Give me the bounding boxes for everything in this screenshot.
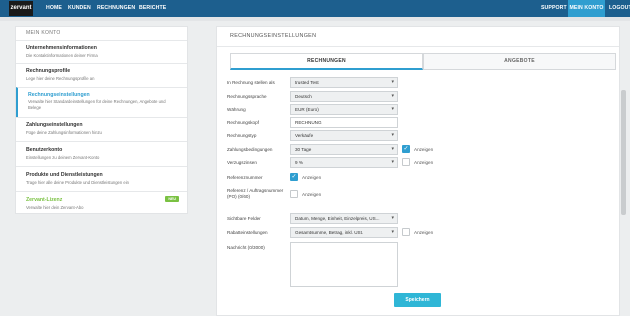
sidebar-header: MEIN KONTO: [26, 30, 61, 36]
message-label: Nachricht (0/3000): [227, 245, 265, 250]
invoice-header-input[interactable]: RECHNUNG: [290, 117, 398, 128]
po-label: Referenz / Auftragsnummer (PO) (0/60): [227, 188, 284, 199]
sidebar-item-desc: Verwalte hier dein Zervant-Abo: [26, 205, 84, 210]
page-title: RECHNUNGSEINSTELLUNGEN: [230, 33, 317, 39]
currency-select[interactable]: EUR (Euro): [290, 104, 398, 115]
sidebar-item-rechnungsprofile[interactable]: Rechnungsprofile Lege hier deine Rechnun…: [16, 63, 187, 87]
nav-mein-konto[interactable]: MEIN KONTO: [568, 0, 605, 17]
sidebar-item-title: Unternehmensinformationen: [26, 45, 97, 51]
save-button[interactable]: Speichern: [394, 293, 441, 307]
sidebar-item-unternehmensinformationen[interactable]: Unternehmensinformationen Die Kontaktinf…: [16, 40, 187, 63]
settings-panel: RECHNUNGSEINSTELLUNGEN RECHNUNGEN ANGEBO…: [216, 26, 620, 316]
reference-show-checkbox[interactable]: ✓: [290, 173, 298, 181]
status-select[interactable]: trusted Test: [290, 77, 398, 88]
sidebar-item-rechnungseinstellungen[interactable]: Rechnungseinstellungen Verwalte hier Sta…: [16, 87, 187, 117]
nav-home[interactable]: HOME: [46, 0, 62, 17]
nav-support[interactable]: SUPPORT: [541, 0, 567, 17]
discount-show-label: Anzeigen: [414, 230, 434, 235]
language-select[interactable]: Deutsch: [290, 91, 398, 102]
interest-show-checkbox[interactable]: [402, 158, 410, 166]
sidebar-item-title: Rechnungsprofile: [26, 68, 71, 74]
sidebar-item-title: Benutzerkonto: [26, 147, 63, 153]
discount-label: Rabatteinstellungen: [227, 230, 268, 235]
new-badge: NEU: [165, 196, 179, 202]
po-show-label: Anzeigen: [302, 192, 322, 197]
interest-select[interactable]: 9 %: [290, 157, 398, 168]
sidebar-item-desc: Die Kontaktinformationen deiner Firma: [26, 53, 98, 58]
reference-show-label: Anzeigen: [302, 175, 322, 180]
sidebar-item-title: Zahlungseinstellungen: [26, 122, 83, 128]
nav-berichte[interactable]: BERICHTE: [139, 0, 166, 17]
discount-show-checkbox[interactable]: [402, 228, 410, 236]
po-show-checkbox[interactable]: [290, 190, 298, 198]
tab-rechnungen[interactable]: RECHNUNGEN: [230, 53, 423, 70]
nav-rechnungen[interactable]: RECHNUNGEN: [97, 0, 135, 17]
currency-label: Währung: [227, 107, 246, 112]
sidebar-item-desc: Lege hier deine Rechnungsprofile an: [26, 76, 95, 81]
nav-kunden[interactable]: KUNDEN: [68, 0, 91, 17]
invoice-header-label: Rechnungskopf: [227, 120, 259, 125]
payment-terms-show-label: Anzeigen: [414, 147, 434, 152]
invoice-type-label: Rechnungstyp: [227, 133, 257, 138]
discount-select[interactable]: Gesamtsumme, Betrag, inkl. USt.: [290, 227, 398, 238]
sidebar-item-produkte[interactable]: Produkte und Dienstleistungen Trage hier…: [16, 166, 187, 191]
top-navigation-bar: zervant HOME KUNDEN RECHNUNGEN BERICHTE …: [0, 0, 630, 17]
scrollbar[interactable]: [621, 90, 626, 215]
reference-label: Referenznummer: [227, 175, 263, 180]
payment-terms-label: Zahlungsbedingungen: [227, 147, 273, 152]
sidebar-item-zahlungseinstellungen[interactable]: Zahlungseinstellungen Füge deine Zahlung…: [16, 117, 187, 141]
payment-terms-select[interactable]: 30 Tage: [290, 144, 398, 155]
visible-fields-select[interactable]: Datum, Menge, Einheit, Einzelpreis, US..…: [290, 213, 398, 224]
sidebar-item-desc: Einstellungen zu deinem Zervant-Konto: [26, 155, 100, 160]
interest-show-label: Anzeigen: [414, 160, 434, 165]
tab-angebote[interactable]: ANGEBOTE: [423, 53, 616, 70]
sidebar-item-title: Zervant-Lizenz: [26, 197, 63, 203]
interest-label: Verzugszinsen: [227, 160, 257, 165]
sidebar-item-zervant-lizenz[interactable]: Zervant-Lizenz Verwalte hier dein Zervan…: [16, 191, 187, 214]
message-textarea[interactable]: [290, 242, 398, 287]
language-label: Rechnungssprache: [227, 94, 267, 99]
nav-logout[interactable]: LOGOUT: [609, 0, 630, 17]
zervant-logo[interactable]: zervant: [9, 1, 33, 16]
sub-bar: [0, 17, 630, 21]
sidebar-item-desc: Trage hier alle deine Produkte und Diens…: [26, 180, 129, 185]
sidebar-item-title: Produkte und Dienstleistungen: [26, 172, 103, 178]
visible-fields-label: Sichtbare Felder: [227, 216, 261, 221]
invoice-type-select[interactable]: Verkäufe: [290, 130, 398, 141]
sidebar-item-benutzerkonto[interactable]: Benutzerkonto Einstellungen zu deinem Ze…: [16, 141, 187, 166]
sidebar-item-desc: Füge deine Zahlungsinformationen hinzu: [26, 130, 102, 135]
sidebar-item-desc: Verwalte hier Standardeinstellungen für …: [28, 99, 166, 110]
divider: [217, 46, 619, 47]
sidebar-item-title: Rechnungseinstellungen: [28, 92, 90, 98]
status-label: In Rechnung stellen als: [227, 80, 275, 85]
payment-terms-show-checkbox[interactable]: ✓: [402, 145, 410, 153]
account-sidebar: MEIN KONTO Unternehmensinformationen Die…: [15, 26, 188, 214]
